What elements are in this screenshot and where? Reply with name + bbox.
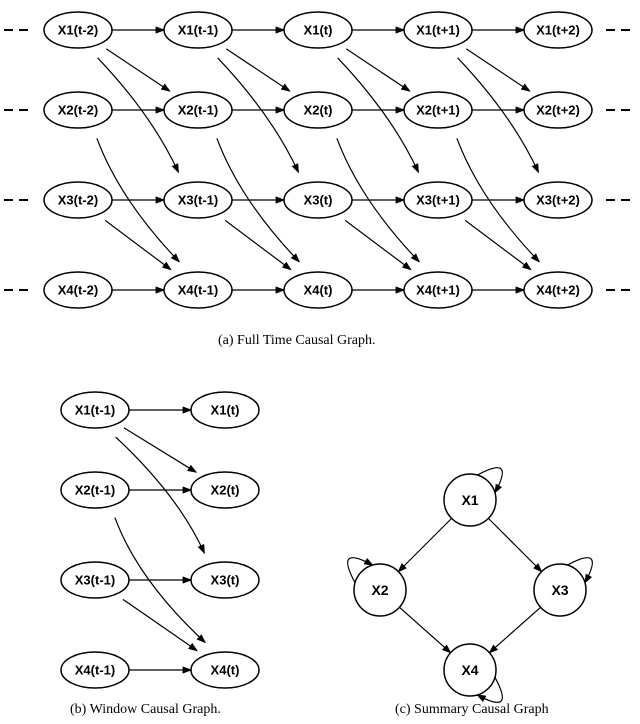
- wlabel-X3-t: X3(t): [211, 573, 240, 588]
- label-X4-t-1: X4(t-1): [178, 283, 218, 298]
- caption-c: (c) Summary Causal Graph: [395, 702, 549, 718]
- slabel-X2: X2: [371, 582, 388, 598]
- label-X2-t+2: X2(t+2): [536, 103, 580, 118]
- wlabel-X2-t-1: X2(t-1): [75, 483, 115, 498]
- label-X4-t: X4(t): [304, 283, 333, 298]
- wlabel-X1-t: X1(t): [211, 403, 240, 418]
- wlabel-X1-t-1: X1(t-1): [75, 403, 115, 418]
- wlabel-X4-t: X4(t): [211, 663, 240, 678]
- label-X1-t-2: X1(t-2): [58, 23, 98, 38]
- label-X2-t: X2(t): [304, 103, 333, 118]
- label-X3-t: X3(t): [304, 193, 333, 208]
- window-graph-svg: X1(t-1) X1(t) X2(t-1) X2(t) X3(t-1) X3(t) X4(t…: [0, 380, 330, 710]
- slabel-X3: X3: [551, 582, 568, 598]
- full-time-graph-svg: X1(t-2) X1(t-1) X1(t) X1(t+1) X1(t+2) X2(t-2)…: [0, 0, 640, 330]
- label-X1-t: X1(t): [304, 23, 333, 38]
- label-X4-t+2: X4(t+2): [536, 283, 580, 298]
- wlabel-X2-t: X2(t): [211, 483, 240, 498]
- label-X3-t-1: X3(t-1): [178, 193, 218, 208]
- label-X4-t-2: X4(t-2): [58, 283, 98, 298]
- slabel-X4: X4: [461, 662, 478, 678]
- label-X1-t-1: X1(t-1): [178, 23, 218, 38]
- label-X3-t+2: X3(t+2): [536, 193, 580, 208]
- label-X2-t+1: X2(t+1): [416, 103, 460, 118]
- label-X1-t+1: X1(t+1): [416, 23, 460, 38]
- slabel-X1: X1: [461, 492, 478, 508]
- label-X2-t-1: X2(t-1): [178, 103, 218, 118]
- label-X4-t+1: X4(t+1): [416, 283, 460, 298]
- label-X2-t-2: X2(t-2): [58, 103, 98, 118]
- caption-b: (b) Window Causal Graph.: [70, 702, 221, 718]
- summary-graph-svg: X1 X2 X3 X4: [320, 380, 640, 710]
- label-X1-t+2: X1(t+2): [536, 23, 580, 38]
- caption-a: (a) Full Time Causal Graph.: [218, 333, 376, 349]
- wlabel-X4-t-1: X4(t-1): [75, 663, 115, 678]
- label-X3-t+1: X3(t+1): [416, 193, 460, 208]
- wlabel-X3-t-1: X3(t-1): [75, 573, 115, 588]
- label-X3-t-2: X3(t-2): [58, 193, 98, 208]
